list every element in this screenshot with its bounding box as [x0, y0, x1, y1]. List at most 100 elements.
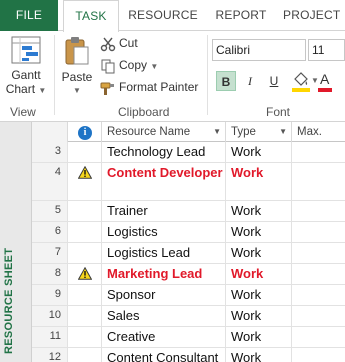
row-id[interactable]: 5	[32, 201, 68, 221]
resource-name-cell[interactable]: Sales	[102, 306, 226, 326]
chevron-down-icon[interactable]: ▼	[279, 122, 287, 142]
type-cell[interactable]: Work	[226, 306, 292, 326]
table-row[interactable]: 10 SalesWork100%	[32, 306, 345, 327]
gantt-chart-icon	[11, 36, 41, 64]
resource-name-cell[interactable]: Content Consultant	[102, 348, 226, 362]
row-id[interactable]: 12	[32, 348, 68, 362]
format-painter-button[interactable]: Format Painter	[100, 77, 198, 97]
row-id[interactable]: 9	[32, 285, 68, 305]
type-cell[interactable]: Work	[226, 285, 292, 305]
warning-icon[interactable]	[78, 267, 92, 280]
table-row[interactable]: 4 Content DeveloperWork100%	[32, 163, 345, 201]
ribbon: Gantt Chart ▼ View Paste ▼ Cut Copy ▼ Fo…	[0, 31, 345, 122]
tab-project[interactable]: PROJECT	[283, 0, 345, 31]
resource-name-cell[interactable]: Logistics	[102, 222, 226, 242]
indicator-cell	[68, 163, 102, 200]
cut-button[interactable]: Cut	[100, 33, 138, 53]
max-units-cell[interactable]: 100%	[292, 222, 345, 242]
type-cell[interactable]: Work	[226, 142, 292, 162]
paintbrush-icon	[100, 82, 114, 95]
max-units-cell[interactable]: 100%	[292, 348, 345, 362]
max-units-cell[interactable]: 100%	[292, 327, 345, 347]
row-id[interactable]: 3	[32, 142, 68, 162]
type-cell[interactable]: Work	[226, 222, 292, 242]
underline-button[interactable]: U	[264, 71, 284, 91]
row-id[interactable]: 11	[32, 327, 68, 347]
tab-task[interactable]: TASK	[63, 0, 119, 32]
group-label-clipboard: Clipboard	[118, 105, 170, 119]
indicator-cell	[68, 327, 102, 347]
max-units-cell[interactable]: 100%	[292, 163, 345, 200]
font-size-combobox[interactable]: 11	[308, 39, 345, 61]
table-row[interactable]: 3 Technology LeadWork100%	[32, 142, 345, 163]
max-units-cell[interactable]: 100%	[292, 306, 345, 326]
copy-label: Copy	[119, 58, 148, 72]
type-cell[interactable]: Work	[226, 327, 292, 347]
highlight-color-button[interactable]: ▼	[292, 71, 319, 93]
resource-sheet: RESOURCE SHEET i Resource Name ▼ Type ▼ …	[0, 122, 345, 362]
resource-name-cell[interactable]: Creative	[102, 327, 226, 347]
table-row[interactable]: 6 LogisticsWork100%	[32, 222, 345, 243]
tab-report[interactable]: REPORT	[213, 0, 269, 31]
resource-name-cell[interactable]: Logistics Lead	[102, 243, 226, 263]
ribbon-tab-strip: FILE TASK RESOURCE REPORT PROJECT	[0, 0, 345, 32]
paste-icon	[65, 37, 89, 65]
row-id[interactable]: 6	[32, 222, 68, 242]
type-cell[interactable]: Work	[226, 348, 292, 362]
font-color-swatch	[318, 88, 332, 92]
bold-button[interactable]: B	[216, 71, 236, 91]
table-row[interactable]: 9 SponsorWork100%	[32, 285, 345, 306]
font-name-value: Calibri	[216, 43, 251, 57]
resource-name-cell[interactable]: Sponsor	[102, 285, 226, 305]
paste-label: Paste	[61, 70, 93, 84]
table-row[interactable]: 7 Logistics LeadWork100%	[32, 243, 345, 264]
table-row[interactable]: 5 TrainerWork100%	[32, 201, 345, 222]
gantt-chart-label-line2: Chart ▼	[5, 82, 47, 96]
tab-resource[interactable]: RESOURCE	[128, 0, 198, 31]
font-name-combobox[interactable]: Calibri	[212, 39, 306, 61]
row-id[interactable]: 4	[32, 163, 68, 200]
table-row[interactable]: 8 Marketing LeadWork100%	[32, 264, 345, 285]
row-id[interactable]: 8	[32, 264, 68, 284]
resource-name-cell[interactable]: Trainer	[102, 201, 226, 221]
chevron-down-icon: ▼	[38, 86, 47, 95]
type-cell[interactable]: Work	[226, 163, 292, 200]
row-id[interactable]: 10	[32, 306, 68, 326]
group-divider	[54, 35, 55, 115]
group-divider	[207, 35, 208, 115]
tab-file[interactable]: FILE	[0, 0, 58, 31]
type-cell[interactable]: Work	[226, 201, 292, 221]
row-id[interactable]: 7	[32, 243, 68, 263]
paste-button[interactable]: Paste ▼	[58, 35, 96, 98]
max-units-cell[interactable]: 100%	[292, 285, 345, 305]
column-header-max[interactable]: Max.	[292, 122, 345, 142]
max-units-cell[interactable]: 100%	[292, 264, 345, 284]
type-cell[interactable]: Work	[226, 243, 292, 263]
type-cell[interactable]: Work	[226, 264, 292, 284]
chevron-down-icon[interactable]: ▼	[213, 122, 221, 142]
cut-label: Cut	[119, 36, 138, 50]
table-row[interactable]: 11 CreativeWork100%	[32, 327, 345, 348]
column-header-resource-name[interactable]: Resource Name ▼	[102, 122, 226, 142]
paint-bucket-icon	[294, 72, 308, 86]
column-header-type[interactable]: Type ▼	[226, 122, 292, 142]
italic-button[interactable]: I	[240, 71, 260, 91]
resource-name-cell[interactable]: Technology Lead	[102, 142, 226, 162]
group-label-view: View	[10, 105, 36, 119]
max-units-cell[interactable]: 100%	[292, 243, 345, 263]
view-label: RESOURCE SHEET	[3, 247, 15, 354]
indicator-cell	[68, 142, 102, 162]
table-row[interactable]: 12 Content ConsultantWork100%	[32, 348, 345, 362]
select-all-corner[interactable]	[32, 122, 68, 142]
gantt-chart-button[interactable]: Gantt Chart ▼	[4, 35, 48, 98]
column-header-indicators[interactable]: i	[68, 122, 102, 142]
warning-icon[interactable]	[78, 166, 92, 179]
resource-name-cell[interactable]: Content Developer	[102, 163, 226, 200]
resource-name-cell[interactable]: Marketing Lead	[102, 264, 226, 284]
copy-button[interactable]: Copy ▼	[100, 55, 158, 75]
max-units-cell[interactable]: 100%	[292, 201, 345, 221]
max-units-cell[interactable]: 100%	[292, 142, 345, 162]
indicator-cell	[68, 201, 102, 221]
chevron-down-icon: ▼	[150, 62, 159, 71]
font-color-button[interactable]: A	[318, 71, 345, 93]
